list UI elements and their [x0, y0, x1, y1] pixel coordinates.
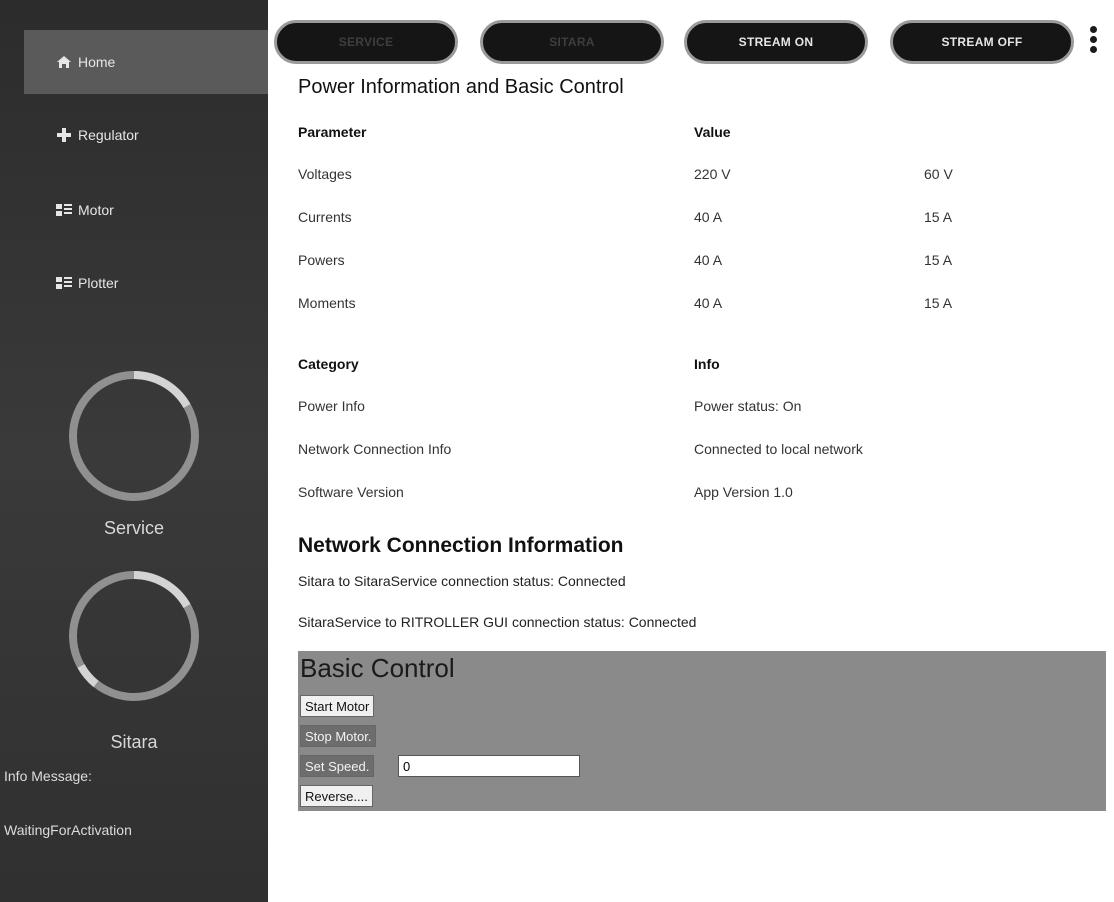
- info-category: Software Version: [298, 484, 404, 500]
- start-motor-button[interactable]: Start Motor: [300, 695, 375, 717]
- list-icon: [56, 203, 72, 217]
- page-title: Power Information and Basic Control: [298, 76, 624, 98]
- param-value-2: 60 V: [924, 166, 953, 182]
- info-value: App Version 1.0: [694, 484, 793, 500]
- sidebar-item-label: Motor: [78, 202, 114, 218]
- more-menu-icon[interactable]: [1088, 26, 1098, 56]
- basic-control-title: Basic Control: [300, 653, 455, 683]
- sidebar-item-plotter[interactable]: Plotter: [24, 251, 268, 315]
- param-value-2: 15 A: [924, 252, 953, 268]
- service-gauge: [66, 368, 202, 504]
- service-gauge-label: Service: [103, 518, 165, 538]
- sitara-gauge-label: Sitara: [110, 732, 158, 752]
- value-header: Value: [694, 124, 731, 140]
- set-speed-button[interactable]: Set Speed.: [300, 755, 375, 777]
- param-value-1: 40 A: [694, 295, 723, 311]
- speed-input[interactable]: [398, 755, 580, 777]
- info-message-label: Info Message:: [4, 768, 92, 784]
- info-header: Info: [694, 356, 720, 372]
- param-value-1: 40 A: [694, 252, 723, 268]
- reverse-button[interactable]: Reverse....: [300, 785, 373, 807]
- info-category: Power Info: [298, 398, 365, 414]
- plus-icon: [56, 128, 72, 142]
- network-section-title: Network Connection Information: [298, 534, 624, 557]
- info-value: Connected to local network: [694, 441, 863, 457]
- param-value-2: 15 A: [924, 295, 953, 311]
- sidebar-item-label: Home: [78, 54, 116, 70]
- param-name: Moments: [298, 295, 356, 311]
- stream-off-button[interactable]: STREAM OFF: [890, 20, 1074, 64]
- network-status-line: Sitara to SitaraService connection statu…: [298, 573, 626, 589]
- param-name: Powers: [298, 252, 345, 268]
- network-status-line: SitaraService to RITROLLER GUI connectio…: [298, 614, 697, 630]
- param-name: Voltages: [298, 166, 352, 182]
- home-icon: [56, 55, 72, 69]
- param-value-2: 15 A: [924, 209, 953, 225]
- sidebar: Home Regulator Motor Plotter Service Sit…: [0, 0, 268, 902]
- sitara-button[interactable]: SITARA: [480, 20, 664, 64]
- service-button[interactable]: SERVICE: [274, 20, 458, 64]
- parameter-header: Parameter: [298, 124, 367, 140]
- info-message-value: WaitingForActivation: [4, 822, 132, 838]
- param-value-1: 40 A: [694, 209, 723, 225]
- info-category: Network Connection Info: [298, 441, 452, 457]
- category-header: Category: [298, 356, 359, 372]
- sidebar-item-label: Regulator: [78, 127, 139, 143]
- basic-control-panel: Basic Control Start Motor Stop Motor. Se…: [298, 651, 1106, 811]
- sitara-gauge: [66, 568, 202, 704]
- info-value: Power status: On: [694, 398, 802, 414]
- sidebar-item-label: Plotter: [78, 275, 119, 291]
- sidebar-item-home[interactable]: Home: [24, 30, 268, 94]
- param-name: Currents: [298, 209, 352, 225]
- sidebar-item-motor[interactable]: Motor: [24, 178, 268, 242]
- list-icon: [56, 276, 72, 290]
- stream-on-button[interactable]: STREAM ON: [684, 20, 868, 64]
- param-value-1: 220 V: [694, 166, 731, 182]
- stop-motor-button[interactable]: Stop Motor.: [300, 725, 377, 747]
- sidebar-item-regulator[interactable]: Regulator: [24, 103, 268, 167]
